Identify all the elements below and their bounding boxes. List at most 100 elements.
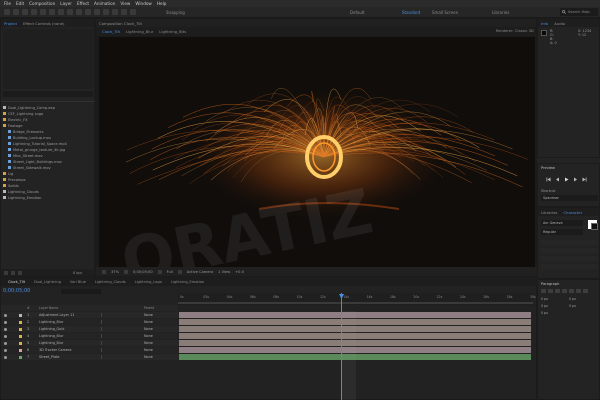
time-ruler[interactable]: 0s 02s 04s 06s 08s 10s 12s 14s 16s 18s 20s 22s 24s 26… — [178, 293, 536, 305]
roto-tool-icon[interactable] — [121, 9, 127, 15]
composition-viewer[interactable]: Active Camera ORATIZ — [99, 37, 535, 267]
layer-parent-dropdown[interactable]: None — [144, 355, 153, 359]
shape-tool-icon[interactable] — [67, 9, 73, 15]
menu-window[interactable]: Window — [135, 1, 152, 6]
renderer-value[interactable]: Classic 3D — [515, 29, 534, 33]
visibility-eye-icon[interactable] — [4, 320, 7, 324]
align-center-icon[interactable] — [548, 289, 553, 293]
home-tool-icon[interactable] — [4, 9, 10, 15]
layer-parent-dropdown[interactable]: None — [144, 348, 153, 352]
last-frame-icon[interactable] — [582, 177, 587, 182]
project-item[interactable]: Lightning_Clouds — [3, 189, 39, 194]
layer-name[interactable]: Adjustment Layer 11 — [39, 313, 74, 317]
comp-tab-lightning-blur[interactable]: Lightning_Blur — [126, 29, 153, 34]
visibility-eye-icon[interactable] — [4, 327, 7, 331]
layer-parent-dropdown[interactable]: None — [144, 341, 153, 345]
pen-tool-icon[interactable] — [76, 9, 82, 15]
project-item[interactable]: Lightning_Emotion — [3, 195, 41, 200]
layer-row[interactable]: 1 Adjustment Layer 11 None — [1, 312, 178, 318]
views-layout-dropdown[interactable]: 1 View — [218, 270, 230, 274]
stroke-color-swatch[interactable] — [591, 223, 598, 230]
pan-behind-tool-icon[interactable] — [58, 9, 64, 15]
comp-tab-clock-tilt[interactable]: Clock_Tilt — [102, 29, 120, 34]
region-of-interest-icon[interactable] — [177, 270, 182, 274]
timeline-current-time[interactable]: 0;00;05;00 — [3, 288, 30, 294]
header-parent[interactable]: Parent — [144, 306, 154, 310]
menu-view[interactable]: View — [120, 1, 130, 6]
tab-info[interactable]: Info — [541, 21, 548, 26]
prev-frame-icon[interactable] — [555, 177, 560, 182]
layer-row[interactable]: 4 Lightning_Blur None — [1, 333, 178, 339]
stroke-width-field[interactable] — [541, 256, 598, 261]
layer-row[interactable]: 5 Lightning_Blur None — [1, 340, 178, 346]
kerning-field[interactable] — [541, 248, 598, 253]
project-item[interactable]: Footage — [3, 123, 22, 128]
timeline-tab-dual-lightning[interactable]: Dual_Lightning — [34, 280, 61, 284]
layer-row[interactable]: 7 Street_Plate None — [1, 354, 178, 360]
eraser-tool-icon[interactable] — [112, 9, 118, 15]
project-item[interactable]: Building_Lockup.mov — [8, 135, 51, 140]
layer-parent-dropdown[interactable]: None — [144, 327, 153, 331]
space-before[interactable]: 0 px — [541, 304, 569, 308]
font-family-dropdown[interactable]: Avr Geneva — [541, 220, 583, 226]
space-after[interactable]: 0 px — [569, 304, 597, 308]
visibility-eye-icon[interactable] — [4, 355, 7, 359]
layer-label-color-swatch[interactable] — [19, 341, 22, 345]
justify-right-icon[interactable] — [576, 289, 581, 293]
project-item[interactable]: Lig — [3, 171, 13, 176]
layer-name[interactable]: Lightning_Blur — [39, 341, 63, 345]
font-size-field[interactable] — [541, 240, 598, 245]
workspace-small-screen[interactable]: Small Screen — [432, 10, 458, 15]
layer-label-color-swatch[interactable] — [19, 327, 22, 331]
align-right-icon[interactable] — [555, 289, 560, 293]
new-comp-icon[interactable] — [11, 271, 15, 275]
justify-all-icon[interactable] — [583, 289, 588, 293]
workspace-libraries[interactable]: Libraries — [492, 10, 509, 15]
first-frame-icon[interactable] — [546, 177, 551, 182]
scale-field[interactable] — [541, 264, 598, 269]
layer-name[interactable]: Street_Plate — [39, 355, 59, 359]
hand-tool-icon[interactable] — [22, 9, 28, 15]
selection-tool-icon[interactable] — [13, 9, 19, 15]
tab-project[interactable]: Project — [4, 21, 17, 26]
menu-file[interactable]: File — [4, 1, 11, 6]
layer-label-color-swatch[interactable] — [19, 320, 22, 324]
layer-parent-dropdown[interactable]: None — [144, 320, 153, 324]
next-frame-icon[interactable] — [573, 177, 578, 182]
layer-name[interactable]: 3D Tracker Camera — [39, 348, 71, 352]
rotate-tool-icon[interactable] — [40, 9, 46, 15]
layer-parent-dropdown[interactable]: None — [144, 313, 153, 317]
font-style-dropdown[interactable]: Regular — [541, 229, 583, 235]
grid-icon[interactable] — [124, 270, 128, 274]
layer-row[interactable]: 6 3D Tracker Camera None — [1, 347, 178, 353]
composition-panel-title[interactable]: Composition Clock_Tilt — [99, 21, 142, 26]
layer-name[interactable]: Lightning_Gold — [39, 327, 64, 331]
timeline-search-input[interactable] — [61, 289, 101, 294]
layer-switches[interactable] — [101, 334, 131, 338]
project-item[interactable]: Metal_grunge_texture_4k.jpg — [8, 147, 65, 152]
layer-row[interactable]: 2 Lightning_Blur None — [1, 319, 178, 325]
search-help-field[interactable]: Search Help — [560, 8, 598, 16]
tab-effect-controls[interactable]: Effect Controls (none) — [23, 21, 64, 26]
indent-right[interactable]: 0 px — [569, 297, 597, 301]
zoom-tool-icon[interactable] — [31, 9, 37, 15]
timeline-tab-lightning-emotion[interactable]: Lightning_Emotion — [171, 280, 204, 284]
project-item[interactable]: CEF_Lightning Logo — [3, 111, 43, 116]
layer-switches[interactable] — [101, 341, 131, 345]
project-item[interactable]: Precomps — [3, 177, 26, 182]
puppet-tool-icon[interactable] — [130, 9, 136, 15]
menu-effect[interactable]: Effect — [77, 1, 89, 6]
layer-name[interactable]: Lightning_Blur — [39, 334, 63, 338]
visibility-eye-icon[interactable] — [4, 348, 7, 352]
view-dropdown[interactable]: Active Camera — [187, 270, 213, 274]
project-item[interactable]: Lightning_Tutorial_Space.mp4 — [8, 141, 67, 146]
shortcut-dropdown[interactable]: Spacebar — [541, 195, 598, 201]
layer-switches[interactable] — [101, 320, 131, 324]
project-item[interactable]: Electric_FX — [3, 117, 28, 122]
layer-label-color-swatch[interactable] — [19, 355, 22, 359]
tab-libraries[interactable]: Libraries — [541, 210, 557, 215]
project-search-input[interactable] — [3, 91, 93, 97]
indent-left[interactable]: 0 px — [541, 297, 569, 301]
always-preview-icon[interactable] — [102, 270, 106, 274]
layer-name[interactable]: Lightning_Blur — [39, 320, 63, 324]
